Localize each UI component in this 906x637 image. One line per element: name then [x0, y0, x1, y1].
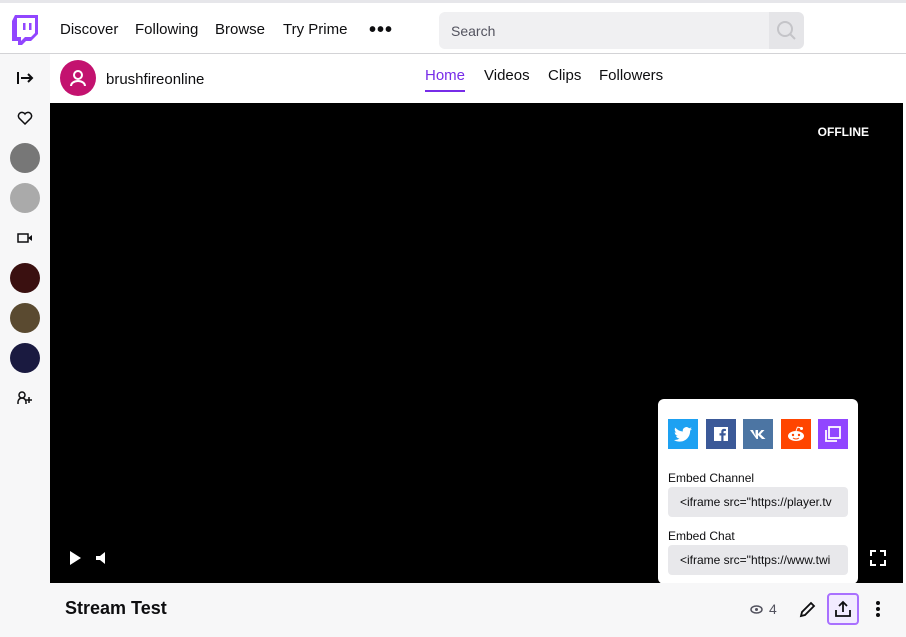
tab-followers[interactable]: Followers: [599, 67, 663, 84]
more-menu-button[interactable]: [862, 593, 894, 625]
embed-chat-label: Embed Chat: [668, 529, 735, 543]
vk-share-icon[interactable]: [743, 419, 773, 449]
video-camera-icon[interactable]: [10, 223, 40, 253]
search-icon: [777, 21, 796, 40]
channel-avatar-4[interactable]: [10, 303, 40, 333]
stream-info-bar: Stream Test 4: [50, 583, 906, 637]
copy-link-icon[interactable]: [818, 419, 848, 449]
search-button[interactable]: [769, 12, 804, 49]
twitch-logo-icon[interactable]: [12, 15, 38, 45]
pencil-icon: [799, 601, 816, 618]
viewer-count-value: 4: [769, 601, 777, 617]
heart-icon[interactable]: [10, 103, 40, 133]
tab-videos[interactable]: Videos: [484, 67, 530, 84]
channel-avatar-1[interactable]: [10, 143, 40, 173]
friends-icon[interactable]: [10, 383, 40, 413]
nav-try-prime[interactable]: Try Prime: [283, 21, 347, 38]
offline-badge: OFFLINE: [817, 125, 869, 139]
twitter-share-icon[interactable]: [668, 419, 698, 449]
fullscreen-icon[interactable]: [867, 547, 889, 569]
top-nav: Discover Following Browse Try Prime ••• …: [0, 0, 906, 54]
channel-avatar-3[interactable]: [10, 263, 40, 293]
edit-button[interactable]: [792, 593, 824, 625]
embed-channel-field[interactable]: <iframe src="https://player.tv: [668, 487, 848, 517]
embed-chat-field[interactable]: <iframe src="https://www.twi: [668, 545, 848, 575]
nav-following[interactable]: Following: [135, 21, 198, 38]
channel-avatar-2[interactable]: [10, 183, 40, 213]
more-options-icon[interactable]: •••: [369, 19, 393, 42]
search-input[interactable]: Search: [439, 12, 769, 49]
volume-icon[interactable]: [92, 547, 114, 569]
eye-icon: [750, 604, 763, 614]
active-tab-indicator: [425, 90, 465, 92]
nav-browse[interactable]: Browse: [215, 21, 265, 38]
embed-channel-label: Embed Channel: [668, 471, 755, 485]
channel-header: brushfireonline Home Videos Clips Follow…: [50, 54, 906, 103]
sidebar: [0, 54, 50, 637]
viewer-count: 4: [750, 601, 777, 617]
channel-avatar-5[interactable]: [10, 343, 40, 373]
share-popup: Embed Channel <iframe src="https://playe…: [658, 399, 858, 584]
play-icon[interactable]: [64, 547, 86, 569]
expand-sidebar-icon[interactable]: [10, 63, 40, 93]
channel-avatar[interactable]: [60, 60, 96, 96]
reddit-share-icon[interactable]: [781, 419, 811, 449]
channel-name[interactable]: brushfireonline: [106, 71, 204, 88]
share-icon: [835, 600, 851, 617]
vertical-dots-icon: [876, 601, 880, 617]
user-icon: [70, 70, 86, 87]
tab-clips[interactable]: Clips: [548, 67, 581, 84]
facebook-share-icon[interactable]: [706, 419, 736, 449]
stream-title: Stream Test: [65, 598, 167, 618]
share-button[interactable]: [827, 593, 859, 625]
tab-home[interactable]: Home: [425, 67, 465, 84]
search-placeholder: Search: [451, 23, 496, 39]
nav-discover[interactable]: Discover: [60, 21, 118, 38]
